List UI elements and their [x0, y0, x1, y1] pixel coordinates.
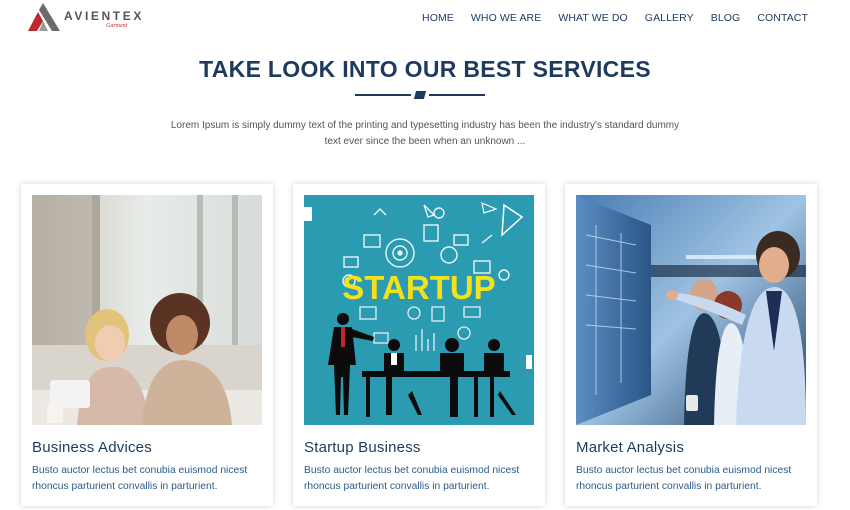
nav-what-we-do[interactable]: WHAT WE DO — [558, 12, 627, 24]
card-text: Busto auctor lectus bet conubia euismod … — [32, 465, 248, 492]
nav-who-we-are[interactable]: WHO WE ARE — [471, 12, 541, 24]
section-intro: Lorem Ipsum is simply dummy text of the … — [170, 120, 680, 147]
site-header: AVIENTEX Garment HOME WHO WE ARE WHAT WE… — [0, 0, 850, 36]
card-title[interactable]: Market Analysis — [576, 439, 684, 456]
main-nav: HOME WHO WE ARE WHAT WE DO GALLERY BLOG … — [405, 12, 808, 24]
section-title: TAKE LOOK INTO OUR BEST SERVICES — [199, 56, 651, 82]
service-card-startup-business[interactable]: STARTUP Startup Business Busto auctor le… — [293, 184, 545, 506]
service-card-market-analysis[interactable]: Market Analysis Busto auctor lectus bet … — [565, 184, 817, 506]
business-meeting-photo — [32, 195, 262, 425]
card-text: Busto auctor lectus bet conubia euismod … — [304, 465, 520, 492]
logo-mark-icon — [28, 3, 60, 31]
title-divider — [355, 91, 485, 99]
startup-illustration: STARTUP — [304, 195, 534, 425]
card-title[interactable]: Startup Business — [304, 439, 421, 456]
data-screen-team-photo — [576, 195, 806, 425]
nav-blog[interactable]: BLOG — [711, 12, 741, 24]
card-text: Busto auctor lectus bet conubia euismod … — [576, 465, 792, 492]
service-card-business-advices[interactable]: Business Advices Busto auctor lectus bet… — [21, 184, 273, 506]
brand-tagline: Garment — [106, 23, 128, 29]
nav-contact[interactable]: CONTACT — [757, 12, 808, 24]
nav-gallery[interactable]: GALLERY — [645, 12, 694, 24]
brand-name: AVIENTEX — [64, 9, 144, 23]
nav-home[interactable]: HOME — [422, 12, 454, 24]
startup-image-text: STARTUP — [342, 269, 495, 306]
brand-logo[interactable]: AVIENTEX Garment — [26, 2, 146, 32]
card-title[interactable]: Business Advices — [32, 439, 152, 456]
